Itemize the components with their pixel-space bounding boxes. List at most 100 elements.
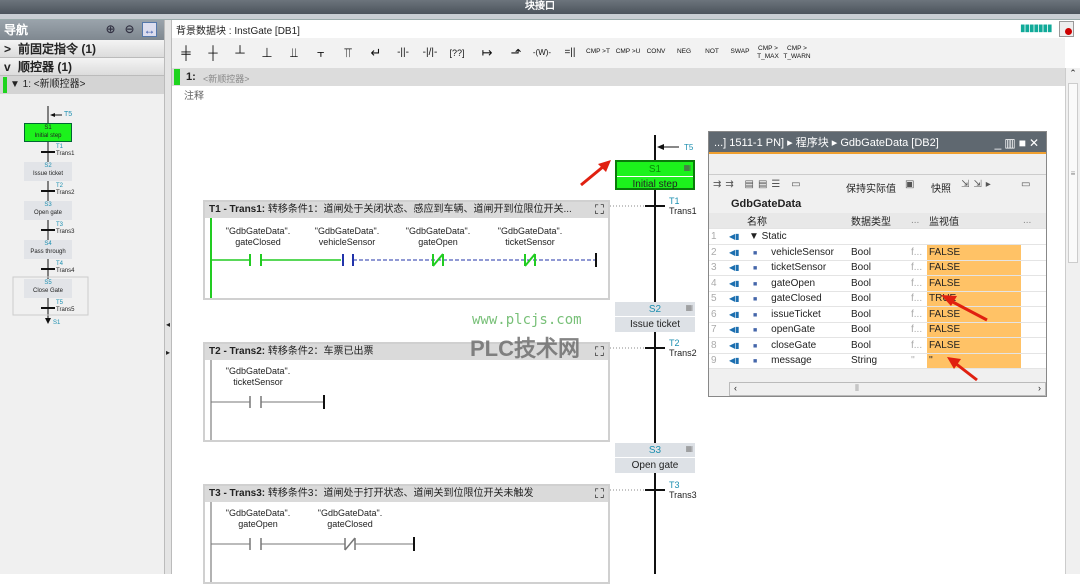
not-button[interactable]: NOT [700, 40, 724, 66]
col-monitor[interactable]: 监视值 [927, 213, 1021, 229]
mini-step-s1[interactable]: S1 Initial step [24, 123, 72, 142]
window-controls[interactable]: _▥■✕ [995, 132, 1042, 154]
expand-icon[interactable]: ⛶ [595, 202, 604, 218]
tile-icon[interactable]: ▥ [1004, 136, 1018, 150]
step-s1[interactable]: S1 Initial step ▦ [615, 160, 695, 190]
db-toolbar: ⇉⇉ ▤▤☰ ▭ 保持实际值 ▣ 快照 ⇲⇲▸ ▭ [709, 174, 1046, 196]
nc-contact-icon[interactable]: -|/|- [418, 40, 442, 66]
var-type: Bool [849, 322, 909, 338]
panel-splitter[interactable]: ◂ ▸ [165, 20, 172, 574]
settings-icon[interactable]: ▭ [1021, 179, 1030, 190]
operand-tag[interactable]: gateClosed [305, 519, 395, 530]
expand-icon[interactable]: ⛶ [595, 486, 604, 502]
transition-t3-box[interactable]: T3 - Trans3: 转移条件3：道闸处于打开状态、道闸关到位限位开关未触发… [203, 484, 610, 584]
scroll-thumb[interactable]: ≡ [1068, 83, 1078, 263]
branch-open-icon[interactable]: ⫟ [309, 40, 333, 66]
mini-step-s4[interactable]: S4 Pass through [24, 240, 72, 259]
scroll-left-icon[interactable]: ‹ [734, 383, 737, 393]
keep-actual-button[interactable]: 保持实际值 [846, 180, 896, 195]
db-window-titlebar[interactable]: ...] 1511-1 PN] ▸ 程序块 ▸ GdbGateData [DB2… [709, 132, 1046, 154]
branch-close-icon[interactable]: ⫪ [336, 40, 360, 66]
table-row[interactable]: 3 ◀▮ ■ ticketSensor Bool f... FALSE [709, 260, 1046, 276]
table-row[interactable]: 2 ◀▮ ■ vehicleSensor Bool f... FALSE [709, 244, 1046, 261]
no-contact-icon[interactable]: -||- [391, 40, 415, 66]
scroll-up-icon[interactable]: ⌃ [1066, 68, 1080, 79]
fit-icon[interactable]: ↔ [142, 22, 157, 37]
vertical-scrollbar[interactable]: ⌃ ≡ [1065, 68, 1080, 574]
operand-tag[interactable]: ticketSensor [485, 237, 575, 248]
coil-icon[interactable]: -(W)- [530, 40, 554, 66]
network-comment[interactable]: 注释 [184, 87, 204, 102]
operand-tag[interactable]: vehicleSensor [302, 237, 392, 248]
step-grid-icon[interactable]: ▦ [683, 163, 691, 172]
operand-tag[interactable]: gateOpen [213, 519, 303, 530]
minimize-icon[interactable]: _ [995, 136, 1005, 150]
mini-step-s2[interactable]: S2 Issue ticket [24, 162, 72, 181]
table-row[interactable]: 4 ◀▮ ■ gateOpen Bool f... FALSE [709, 275, 1046, 292]
var-name-text: gateClosed [771, 293, 822, 305]
step-grid-icon[interactable]: ▦ [685, 303, 693, 312]
cmp-tmax-button[interactable]: CMP > T_MAX [755, 40, 781, 66]
transition-comment[interactable]: 转移条件3：道闸处于打开状态、道闸关到位限位开关未触发 [268, 488, 534, 499]
expand-right-icon[interactable]: ▸ [166, 348, 170, 357]
step-transition-icon[interactable]: ╪ [174, 40, 198, 66]
nav-item-sequence-1[interactable]: ▼ 1: <新顺控器> [0, 76, 164, 94]
open-branch-icon[interactable]: ↦ [475, 40, 499, 66]
transition-title: T3 - Trans3: [209, 488, 266, 499]
horizontal-scrollbar[interactable]: ‹ ⦀ › [729, 382, 1046, 396]
step-grid-icon[interactable]: ▦ [685, 444, 693, 453]
zoom-out-icon[interactable]: ⊖ [122, 22, 137, 37]
maximize-icon[interactable]: ■ [1019, 136, 1029, 150]
db-name: GdbGateData [731, 198, 802, 210]
var-name: ■ issueTicket [745, 306, 849, 323]
step-icon[interactable]: ┼ [201, 40, 225, 66]
status-bars-icon: ▮▮▮▮▮▮▮ [1020, 23, 1053, 34]
scroll-right-icon[interactable]: › [1038, 383, 1041, 393]
operand-tag[interactable]: ticketSensor [213, 377, 303, 388]
compare-icon[interactable]: =|| [558, 40, 582, 66]
col-more[interactable]: ... [1021, 213, 1046, 229]
jump-back-icon[interactable]: ↵ [364, 40, 388, 66]
transition-header: T1 - Trans1: 转移条件1：道闸处于关闭状态、感应到车辆、道闸开到位限… [205, 202, 608, 218]
operand-tag[interactable]: gateClosed [213, 237, 303, 248]
transition-comment[interactable]: 转移条件1：道闸处于关闭状态、感应到车辆、道闸开到位限位开关... [268, 204, 572, 215]
scroll-thumb[interactable]: ⦀ [855, 383, 859, 394]
zoom-in-icon[interactable]: ⊕ [103, 22, 118, 37]
network-name[interactable]: <新顺控器> [203, 72, 250, 85]
snapshot-icon[interactable]: ▣ [905, 179, 914, 190]
nav-item-pre-instructions[interactable]: > 前固定指令 (1) [0, 40, 164, 58]
col-extra[interactable]: ... [909, 213, 927, 229]
neg-button[interactable]: NEG [672, 40, 696, 66]
close-icon[interactable]: ✕ [1029, 136, 1042, 150]
interface-icon: ◀▮ [727, 229, 745, 245]
operand-tag[interactable]: gateOpen [393, 237, 483, 248]
online-icon[interactable] [1059, 21, 1074, 37]
snapshot-button[interactable]: 快照 [931, 180, 951, 195]
table-row[interactable]: 1 ◀▮ ▼ Static [709, 229, 1046, 245]
mini-step-s3[interactable]: S3 Open gate [24, 201, 72, 220]
expand-icon[interactable]: ⛶ [595, 344, 604, 360]
cmp-u-button[interactable]: CMP >U [615, 40, 641, 66]
table-header: 名称 数据类型... 监视值... [709, 213, 1046, 229]
close-branch-icon[interactable]: ⬏ [504, 40, 528, 66]
jump-icon[interactable]: ⊥ [255, 40, 279, 66]
box-icon[interactable]: [??] [445, 40, 469, 66]
collapse-left-icon[interactable]: ◂ [166, 320, 170, 329]
db-toolbar-icons[interactable]: ⇉⇉ ▤▤☰ ▭ [713, 179, 805, 190]
network-header[interactable]: 1: <新顺控器> [172, 68, 1065, 86]
transition-t1-box[interactable]: T1 - Trans1: 转移条件1：道闸处于关闭状态、感应到车辆、道闸开到位限… [203, 200, 610, 300]
col-name[interactable]: 名称 [745, 213, 849, 229]
snapshot-copy-icons[interactable]: ⇲⇲▸ [961, 179, 995, 190]
nav-item-sequencer[interactable]: v 顺控器 (1) [0, 58, 164, 76]
col-type[interactable]: 数据类型 [849, 213, 909, 229]
mini-overview[interactable]: T5 S1 Initial step S2 Issue ticket S3 Open … [0, 100, 165, 330]
transition-icon[interactable]: ┴ [228, 40, 252, 66]
sequence-end-icon[interactable]: ⫫ [282, 40, 306, 66]
swap-button[interactable]: SWAP [728, 40, 752, 66]
interface-icon: ◀▮ [727, 275, 745, 292]
mini-step-s5[interactable]: S5 Close Gate [24, 279, 72, 298]
conv-button[interactable]: CONV [644, 40, 668, 66]
transition-comment[interactable]: 转移条件2：车票已出票 [268, 346, 374, 357]
cmp-t-button[interactable]: CMP >T [586, 40, 610, 66]
cmp-twarn-button[interactable]: CMP > T_WARN [783, 40, 811, 66]
